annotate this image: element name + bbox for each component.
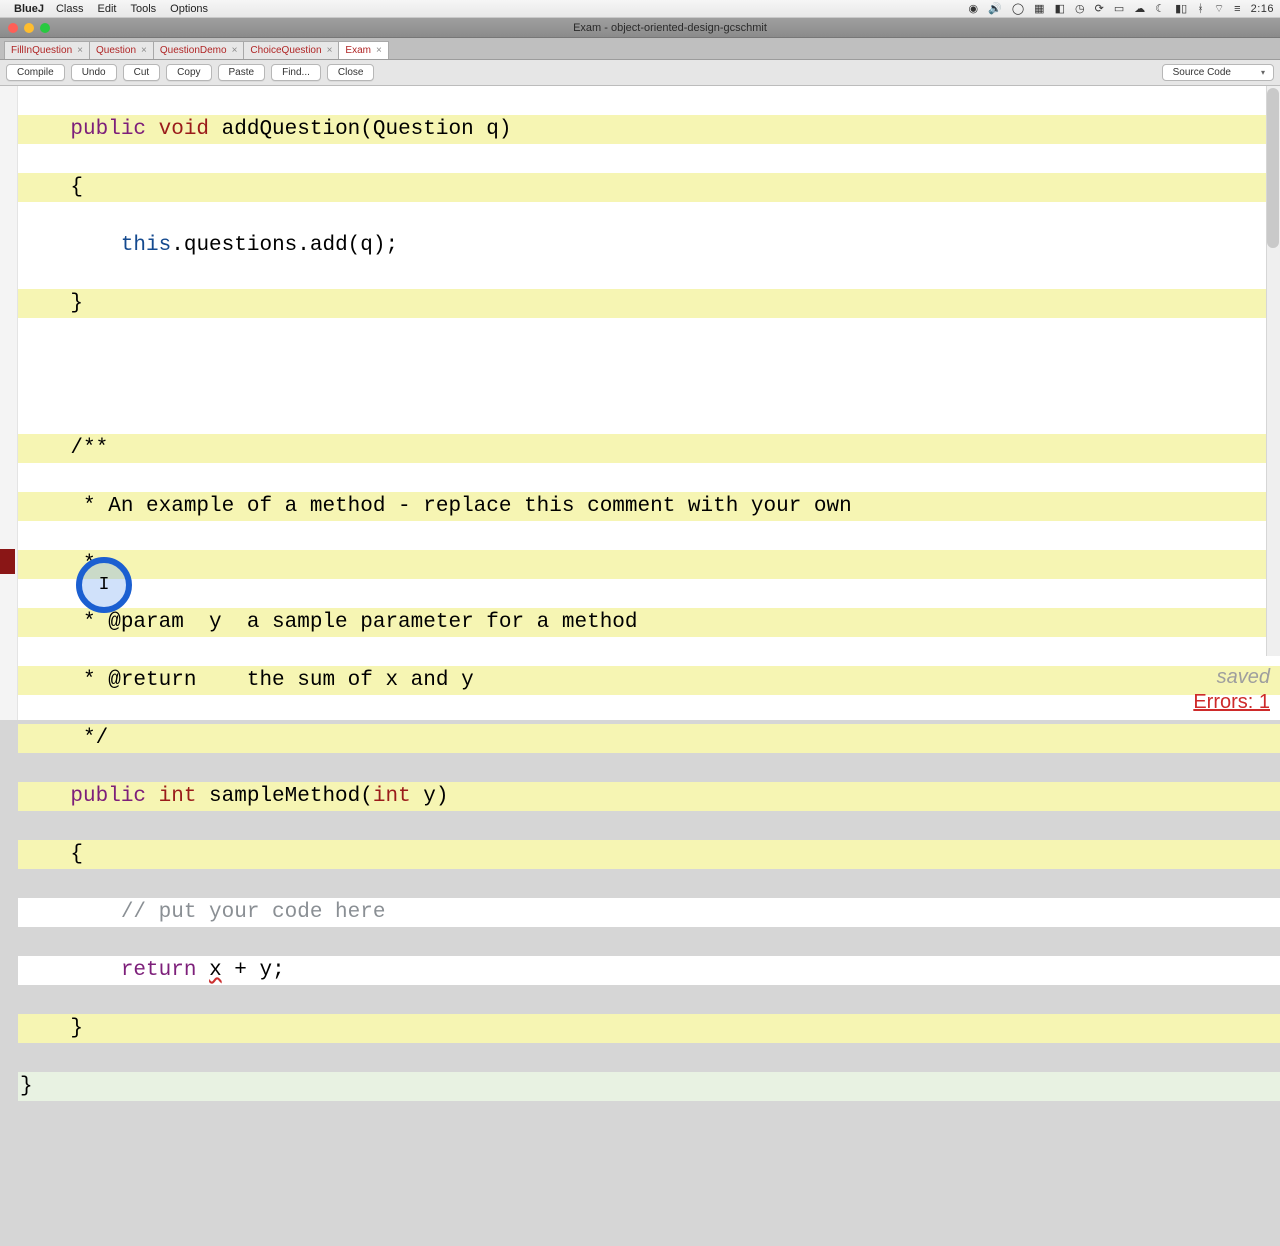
close-button[interactable]: Close xyxy=(327,64,375,81)
close-icon[interactable]: × xyxy=(77,45,83,56)
menu-options[interactable]: Options xyxy=(170,3,208,15)
chevron-down-icon: ▾ xyxy=(1261,68,1265,77)
code-text: addQuestion(Question q) xyxy=(209,118,511,141)
chat-icon[interactable]: ☁ xyxy=(1134,2,1145,15)
keyword: this xyxy=(121,234,171,257)
copy-button[interactable]: Copy xyxy=(166,64,211,81)
saved-indicator: saved xyxy=(1217,666,1270,689)
tab-fillinquestion[interactable]: FillInQuestion × xyxy=(4,41,89,59)
minimize-window-button[interactable] xyxy=(24,23,34,33)
volume-icon[interactable]: 🔊 xyxy=(988,2,1002,15)
code-text xyxy=(196,959,209,982)
menu-class[interactable]: Class xyxy=(56,3,84,15)
error-marker[interactable] xyxy=(0,549,15,574)
editor-gutter xyxy=(0,86,18,720)
tab-label: Exam xyxy=(345,45,371,56)
battery-icon[interactable]: ▮▯ xyxy=(1175,2,1187,15)
comment: * xyxy=(18,550,1280,579)
macos-menu-bar: BlueJ Class Edit Tools Options ◉ 🔊 ◯ ▦ ◧… xyxy=(0,0,1280,18)
code-editor[interactable]: public void addQuestion(Question q) { th… xyxy=(0,86,1280,720)
cut-button[interactable]: Cut xyxy=(123,64,161,81)
code-text: sampleMethod( xyxy=(196,785,372,808)
comment: */ xyxy=(18,724,1280,753)
code-text: + y; xyxy=(222,959,285,982)
window-title-bar: Exam - object-oriented-design-gcschmit xyxy=(0,18,1280,38)
sync-icon[interactable]: ◯ xyxy=(1012,2,1024,15)
code-text: y) xyxy=(411,785,449,808)
scrollbar-thumb[interactable] xyxy=(1267,88,1279,248)
undo-button[interactable]: Undo xyxy=(71,64,117,81)
clock[interactable]: 2:16 xyxy=(1251,3,1274,15)
close-icon[interactable]: × xyxy=(232,45,238,56)
comment: * @param y a sample parameter for a meth… xyxy=(18,608,1280,637)
code-text: { xyxy=(18,173,1280,202)
text-caret-icon: I xyxy=(99,571,110,600)
menu-tools[interactable]: Tools xyxy=(130,3,156,15)
keyword: int xyxy=(373,785,411,808)
code-area[interactable]: public void addQuestion(Question q) { th… xyxy=(18,86,1280,720)
status-icon[interactable]: ◧ xyxy=(1055,2,1065,15)
keyword: void xyxy=(159,118,209,141)
wifi-icon[interactable]: ⌔ xyxy=(1214,2,1224,16)
clock-icon[interactable]: ◷ xyxy=(1075,2,1085,15)
menu-bar-status-area: ◉ 🔊 ◯ ▦ ◧ ◷ ⟳ ▭ ☁ ☾ ▮▯ ᚼ ⌔ ≡ 2:16 xyxy=(969,2,1274,16)
keyword: return xyxy=(121,959,197,982)
tab-label: QuestionDemo xyxy=(160,45,227,56)
comment: /** xyxy=(18,434,1280,463)
tab-question[interactable]: Question × xyxy=(89,41,153,59)
editor-tab-strip: FillInQuestion× Question× QuestionDemo× … xyxy=(0,38,1280,60)
refresh-icon[interactable]: ⟳ xyxy=(1095,2,1104,15)
tab-label: ChoiceQuestion xyxy=(250,45,321,56)
moon-icon[interactable]: ☾ xyxy=(1155,2,1165,15)
code-text: } xyxy=(18,289,1280,318)
keyword: int xyxy=(159,785,197,808)
cursor-highlight: I xyxy=(76,557,132,613)
app-menu[interactable]: BlueJ xyxy=(14,3,44,15)
tab-choicequestion[interactable]: ChoiceQuestion × xyxy=(243,41,338,59)
code-text: .questions.add(q); xyxy=(171,234,398,257)
keyword: public xyxy=(20,118,159,141)
comment: * @return the sum of x and y xyxy=(18,666,1280,695)
window-title: Exam - object-oriented-design-gcschmit xyxy=(60,22,1280,34)
paste-button[interactable]: Paste xyxy=(218,64,266,81)
code-text: } xyxy=(18,1072,1280,1101)
keyword: public xyxy=(20,785,159,808)
code-text xyxy=(20,234,121,257)
find-button[interactable]: Find... xyxy=(271,64,321,81)
vertical-scrollbar[interactable] xyxy=(1266,86,1280,656)
tab-label: Question xyxy=(96,45,136,56)
display-icon[interactable]: ▭ xyxy=(1114,2,1124,15)
comment: // put your code here xyxy=(20,901,385,924)
code-text: { xyxy=(18,840,1280,869)
tab-label: FillInQuestion xyxy=(11,45,72,56)
record-icon[interactable]: ◉ xyxy=(969,2,979,15)
close-icon[interactable]: × xyxy=(327,45,333,56)
view-mode-dropdown[interactable]: Source Code ▾ xyxy=(1162,64,1274,81)
bluetooth-icon[interactable]: ᚼ xyxy=(1197,3,1204,15)
close-icon[interactable]: × xyxy=(376,45,382,56)
errors-link[interactable]: Errors: 1 xyxy=(1193,691,1270,714)
compile-button[interactable]: Compile xyxy=(6,64,65,81)
zoom-window-button[interactable] xyxy=(40,23,50,33)
tab-exam[interactable]: Exam × xyxy=(338,41,388,59)
close-icon[interactable]: × xyxy=(141,45,147,56)
tab-questiondemo[interactable]: QuestionDemo × xyxy=(153,41,244,59)
code-text: } xyxy=(18,1014,1280,1043)
menu-extra-icon[interactable]: ≡ xyxy=(1234,3,1240,15)
dropdown-label: Source Code xyxy=(1173,67,1231,78)
editor-toolbar: Compile Undo Cut Copy Paste Find... Clos… xyxy=(0,60,1280,86)
status-area: saved Errors: 1 xyxy=(1193,660,1270,720)
menu-edit[interactable]: Edit xyxy=(97,3,116,15)
comment: * An example of a method - replace this … xyxy=(18,492,1280,521)
code-text xyxy=(20,959,121,982)
close-window-button[interactable] xyxy=(8,23,18,33)
traffic-lights xyxy=(8,23,50,33)
grid-icon[interactable]: ▦ xyxy=(1034,2,1044,15)
error-token: x xyxy=(209,959,222,982)
